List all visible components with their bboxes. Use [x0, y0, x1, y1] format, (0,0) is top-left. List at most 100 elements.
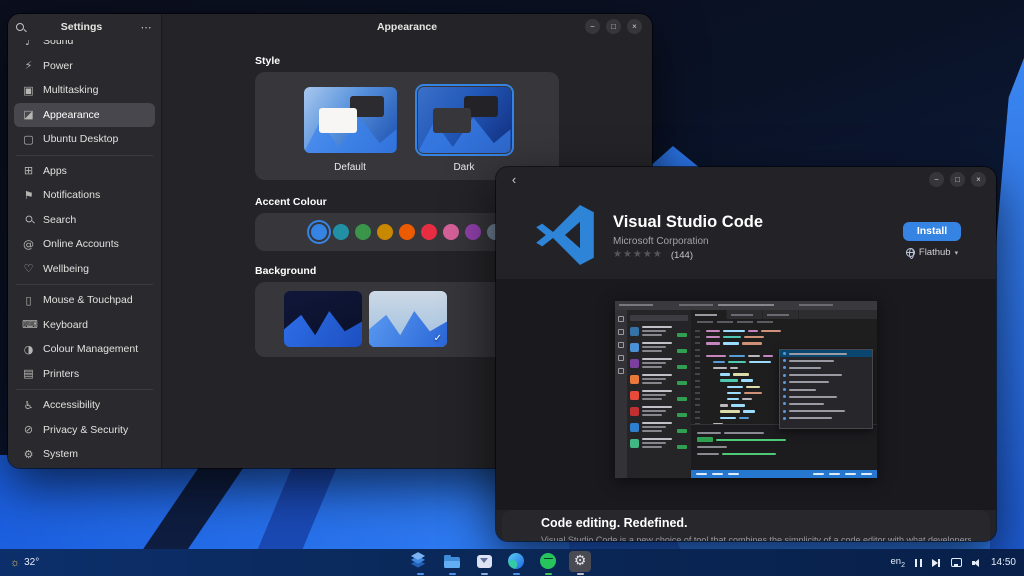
sidebar-item-printers[interactable]: ▤ Printers: [14, 362, 155, 387]
screenshot-terminal: [691, 424, 877, 470]
wallpaper-peak: [648, 146, 700, 168]
maximize-icon[interactable]: □: [950, 172, 965, 187]
back-icon[interactable]: ‹: [506, 172, 522, 188]
settings-nav-list: ♪ Sound ⚡ Power ▣ Multitasking ◪: [8, 29, 161, 468]
source-selector[interactable]: Flathub ▾: [896, 247, 968, 258]
edge-browser-icon: [508, 553, 524, 569]
running-indicator: [545, 573, 552, 575]
minimize-icon[interactable]: −: [585, 19, 600, 34]
sidebar-item-search[interactable]: Search: [14, 208, 155, 233]
sidebar-item-apps[interactable]: ⊞ Apps: [14, 159, 155, 184]
style-option-dark[interactable]: Dark: [414, 84, 514, 180]
minimize-icon[interactable]: −: [929, 172, 944, 187]
app-description: Visual Studio Code is a new choice of to…: [541, 535, 971, 541]
dock-item-spotify[interactable]: [537, 550, 559, 575]
screenshot-editor: [691, 310, 877, 478]
running-indicator: [417, 573, 424, 575]
software-headerbar: ‹ − □ ×: [496, 167, 996, 193]
settings-sidebar: Settings ⋯ ♪ Sound ⚡ Power ▣: [8, 14, 162, 468]
clock[interactable]: 14:50: [991, 557, 1016, 568]
sidebar-item-keyboard[interactable]: ⌨ Keyboard: [14, 313, 155, 338]
screenshot-activity-bar: [615, 310, 627, 478]
sidebar-divider: [16, 389, 153, 390]
running-indicator: [481, 573, 488, 575]
software-window: ‹ − □ × Visual Studio Code Microsoft Cor…: [496, 167, 996, 541]
sidebar-item-online-accounts[interactable]: @ Online Accounts: [14, 232, 155, 257]
sidebar-item-privacy-security[interactable]: ⊘ Privacy & Security: [14, 418, 155, 443]
next-track-icon[interactable]: [932, 559, 941, 567]
printers-icon: ▤: [22, 367, 35, 380]
spotify-icon: [540, 553, 556, 569]
volume-icon[interactable]: [972, 558, 981, 567]
sidebar-item-mouse-touchpad[interactable]: ▯ Mouse & Touchpad: [14, 288, 155, 313]
sidebar-item-appearance[interactable]: ◪ Appearance: [14, 103, 155, 128]
sidebar-item-colour-management[interactable]: ◑ Colour Management: [14, 337, 155, 362]
multitasking-icon: ▣: [22, 84, 35, 97]
app-rating: ★★★★★ (144): [613, 249, 693, 261]
accent-swatch-yellow[interactable]: [377, 224, 393, 240]
running-indicator: [449, 573, 456, 575]
maximize-icon[interactable]: □: [606, 19, 621, 34]
keyboard-icon: ⌨: [22, 318, 35, 331]
sidebar-item-wellbeing[interactable]: ♡ Wellbeing: [14, 257, 155, 282]
running-indicator: [577, 573, 584, 575]
search-icon[interactable]: [16, 23, 24, 31]
background-thumb-dark[interactable]: [284, 291, 362, 347]
accent-swatch-purple[interactable]: [465, 224, 481, 240]
sidebar-divider: [16, 155, 153, 156]
sidebar-item-multitasking[interactable]: ▣ Multitasking: [14, 78, 155, 103]
weather-widget[interactable]: ☼ 32°: [10, 549, 39, 576]
apps-icon: ⊞: [22, 164, 35, 177]
settings-icon: ⚙: [574, 554, 587, 568]
install-button[interactable]: Install: [903, 222, 961, 241]
sidebar-item-system[interactable]: ⚙ System: [14, 442, 155, 467]
privacy-security-icon: ⊘: [22, 423, 35, 436]
star-rating-icons: ★★★★★: [613, 249, 663, 261]
more-menu-icon[interactable]: ⋯: [139, 21, 153, 34]
accent-swatch-red[interactable]: [421, 224, 437, 240]
screenshot-autocomplete-popup: [779, 349, 873, 429]
sidebar-item-ubuntu-desktop[interactable]: ▢ Ubuntu Desktop: [14, 127, 155, 152]
sidebar-item-power[interactable]: ⚡ Power: [14, 54, 155, 79]
rating-count: (144): [671, 250, 693, 261]
style-option-default[interactable]: Default: [300, 84, 400, 180]
app-developer: Microsoft Corporation: [613, 236, 709, 247]
app-name: Visual Studio Code: [613, 213, 763, 232]
software-body: [496, 279, 996, 510]
dock-item-app-stack[interactable]: [409, 550, 431, 575]
page-title: Appearance: [162, 14, 652, 40]
app-stack-icon: [411, 552, 425, 560]
dock-item-settings[interactable]: ⚙: [569, 550, 591, 575]
accent-swatch-blue[interactable]: [311, 224, 327, 240]
close-icon[interactable]: ×: [971, 172, 986, 187]
close-icon[interactable]: ×: [627, 19, 642, 34]
dock-item-files[interactable]: [441, 550, 463, 575]
accent-swatch-orange[interactable]: [399, 224, 415, 240]
screenshot-statusbar: [691, 470, 877, 478]
chevron-down-icon: ▾: [955, 249, 959, 257]
sidebar-item-accessibility[interactable]: ♿ Accessibility: [14, 393, 155, 418]
sidebar-item-notifications[interactable]: ⚑ Notifications: [14, 183, 155, 208]
accent-swatch-teal[interactable]: [333, 224, 349, 240]
style-options-box: Default Dark: [255, 72, 559, 180]
style-preview-front-window: [319, 108, 357, 133]
pause-icon[interactable]: [915, 559, 922, 567]
sun-icon: ☼: [10, 557, 20, 569]
dock: ⚙: [409, 550, 591, 575]
desktop: Settings ⋯ ♪ Sound ⚡ Power ▣: [0, 0, 1024, 576]
display-icon[interactable]: [951, 558, 962, 567]
background-thumb-light[interactable]: ✓: [369, 291, 447, 347]
check-icon: ✓: [434, 333, 442, 344]
style-section-title: Style: [255, 55, 559, 67]
flathub-globe-icon: [906, 248, 915, 257]
dock-item-edge-browser[interactable]: [505, 550, 527, 575]
screenshot-titlebar: [615, 301, 877, 310]
app-screenshot[interactable]: [615, 301, 877, 478]
settings-headerbar: Appearance − □ ×: [162, 14, 652, 40]
keyboard-layout-indicator[interactable]: en2: [890, 556, 904, 569]
accent-swatch-green[interactable]: [355, 224, 371, 240]
dock-item-mail[interactable]: [473, 550, 495, 575]
files-icon: [444, 557, 460, 568]
accent-swatch-pink[interactable]: [443, 224, 459, 240]
mouse-touchpad-icon: ▯: [22, 294, 35, 307]
